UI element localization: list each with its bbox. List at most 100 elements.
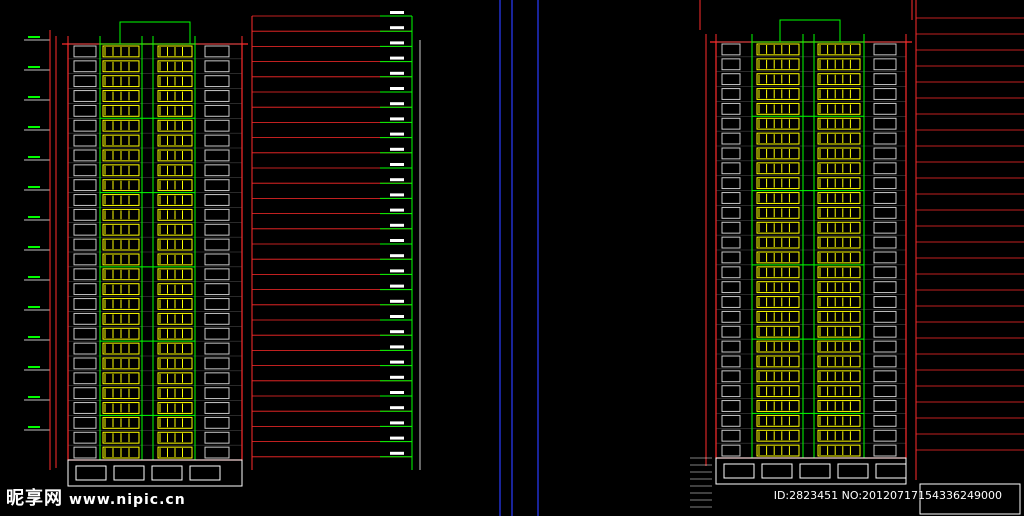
left-level-label (28, 306, 40, 308)
window (73, 268, 97, 281)
window (817, 281, 861, 294)
elevation-label (390, 345, 404, 349)
window (721, 429, 741, 442)
elevation-label (390, 193, 404, 197)
window (73, 357, 97, 370)
window (756, 177, 800, 190)
left-level-label (28, 216, 40, 218)
window (204, 357, 230, 370)
window (73, 90, 97, 102)
window (873, 355, 897, 368)
window (204, 446, 230, 459)
podium (67, 459, 243, 487)
window (204, 298, 230, 310)
window (204, 416, 230, 429)
left-dimension-lines (24, 11, 421, 470)
window (721, 340, 741, 353)
window (756, 325, 800, 338)
window (73, 238, 97, 251)
window (756, 414, 800, 427)
window (73, 372, 97, 385)
window (873, 444, 897, 457)
window (817, 370, 861, 383)
elevation-label (390, 117, 404, 121)
roof-structure (779, 19, 841, 43)
shop-window (799, 463, 831, 479)
window (873, 132, 897, 145)
elevation-label (390, 406, 404, 410)
window (721, 310, 741, 323)
shop-window (875, 463, 907, 479)
window (873, 117, 897, 130)
window (721, 266, 741, 279)
window (73, 342, 97, 355)
elevation-label (390, 71, 404, 75)
window (817, 88, 861, 100)
elevation-label (390, 315, 404, 318)
window (873, 281, 897, 294)
window (73, 179, 97, 192)
window (204, 372, 230, 385)
elevation-label (390, 284, 404, 288)
window (73, 446, 97, 459)
window (817, 296, 861, 308)
window (873, 177, 897, 190)
window (756, 429, 800, 442)
window (873, 192, 897, 204)
window (756, 102, 800, 115)
window (73, 223, 97, 236)
window (873, 370, 897, 383)
window (204, 312, 230, 325)
window (204, 327, 230, 340)
window (756, 400, 800, 412)
elevation-label (390, 269, 404, 273)
window (756, 266, 800, 279)
window (204, 119, 230, 132)
watermark-id: ID:2823451 NO:20120717154336249000 (773, 489, 1002, 502)
window (721, 177, 741, 190)
window (721, 221, 741, 234)
left-level-label (28, 126, 40, 128)
window (756, 444, 800, 457)
sheet-divider-lines (499, 0, 539, 516)
window (204, 402, 230, 414)
window (721, 206, 741, 219)
watermark-logo: 昵享网 www.nipic.cn (6, 484, 186, 510)
roof-structure (119, 21, 191, 45)
window (756, 385, 800, 398)
right-tower-elevation (705, 19, 917, 485)
elevation-label (390, 254, 404, 258)
window (721, 147, 741, 160)
window (721, 73, 741, 86)
elevation-label (390, 330, 404, 334)
window (817, 73, 861, 86)
window (817, 340, 861, 353)
window (873, 221, 897, 234)
window (204, 149, 230, 162)
window (756, 310, 800, 323)
left-level-label (28, 156, 40, 158)
window (817, 414, 861, 427)
watermark-url: www.nipic.cn (69, 492, 186, 508)
left-level-label (28, 276, 40, 278)
window (73, 45, 97, 58)
podium (715, 457, 907, 485)
window (817, 236, 861, 249)
window (73, 149, 97, 162)
left-level-label (28, 426, 40, 428)
window (204, 45, 230, 58)
elevation-label (390, 26, 404, 30)
elevation-label (390, 375, 404, 379)
window (756, 251, 800, 264)
window (756, 355, 800, 368)
window (73, 431, 97, 444)
window (204, 253, 230, 266)
window (756, 370, 800, 383)
shop-window (75, 465, 107, 481)
window (204, 342, 230, 355)
elevation-label (390, 436, 404, 440)
elevation-label (390, 360, 404, 364)
window (73, 60, 97, 73)
window (721, 370, 741, 383)
window (73, 327, 97, 340)
